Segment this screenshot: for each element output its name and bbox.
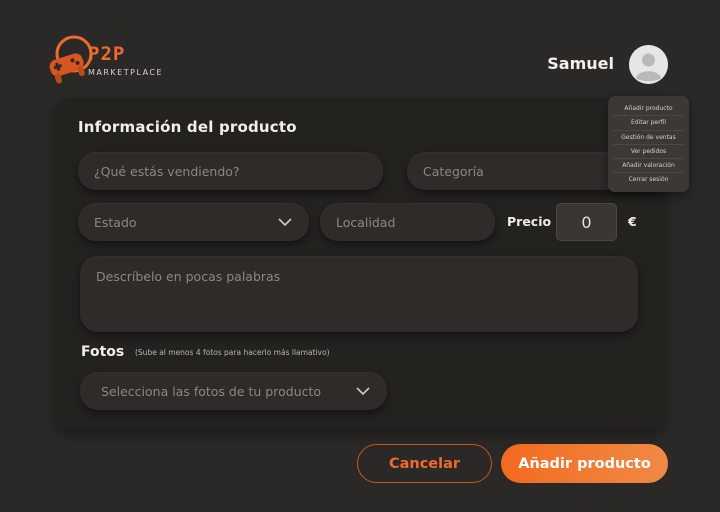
brand-logo[interactable]: P2P MARKETPLACE [46, 32, 176, 88]
user-avatar-icon[interactable] [629, 45, 668, 84]
location-input[interactable]: Localidad [320, 203, 495, 241]
menu-item-logout[interactable]: Cerrar sesión [613, 173, 684, 187]
description-textarea[interactable]: Descríbelo en pocas palabras [80, 256, 638, 332]
form-title: Información del producto [78, 118, 297, 136]
what-selling-placeholder: ¿Qué estás vendiendo? [94, 163, 240, 179]
description-placeholder: Descríbelo en pocas palabras [96, 269, 281, 284]
photos-hint: (Sube al menos 4 fotos para hacerlo más … [135, 348, 330, 357]
chevron-down-icon [356, 387, 370, 396]
menu-item-add-product[interactable]: Añadir producto [613, 102, 684, 117]
user-menu: Añadir producto Editar perfil Gestión de… [608, 96, 689, 192]
photos-select[interactable]: Selecciona las fotos de tu producto [80, 372, 387, 410]
chevron-down-icon [278, 218, 292, 227]
category-placeholder: Categoría [423, 163, 484, 179]
price-input[interactable]: 0 [556, 203, 617, 241]
condition-select[interactable]: Estado [78, 203, 309, 241]
price-value: 0 [581, 212, 592, 232]
what-selling-input[interactable]: ¿Qué estás vendiendo? [78, 152, 383, 190]
add-product-button[interactable]: Añadir producto [501, 444, 668, 483]
menu-item-orders[interactable]: Ver pedidos [613, 145, 684, 160]
brand-name: P2P [88, 43, 126, 65]
photos-label: Fotos [81, 344, 125, 360]
user-name[interactable]: Samuel [547, 54, 614, 73]
photos-placeholder: Selecciona las fotos de tu producto [101, 383, 322, 399]
menu-item-edit-profile[interactable]: Editar perfil [613, 116, 684, 131]
cancel-button[interactable]: Cancelar [357, 444, 492, 483]
brand-subtitle: MARKETPLACE [88, 68, 164, 77]
brand-text: P2P MARKETPLACE [88, 44, 163, 77]
menu-item-sales[interactable]: Gestión de ventas [613, 131, 684, 145]
price-label: Precio [507, 214, 552, 229]
condition-placeholder: Estado [94, 214, 137, 230]
currency-symbol: € [628, 214, 637, 229]
page: P2P MARKETPLACE Samuel Información del p… [0, 0, 720, 512]
menu-item-add-rating[interactable]: Añadir valoración [613, 159, 684, 174]
location-placeholder: Localidad [336, 214, 396, 230]
